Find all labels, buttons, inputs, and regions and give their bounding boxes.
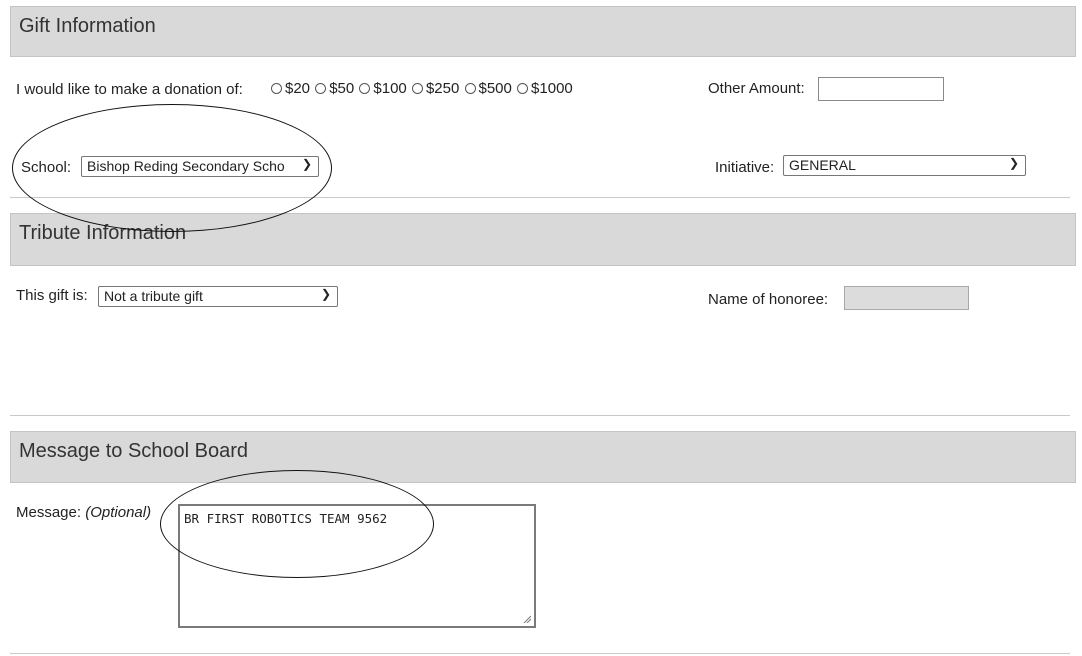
radio-circle-icon[interactable]	[411, 83, 423, 94]
honoree-label: Name of honoree:	[708, 291, 829, 308]
initiative-select[interactable]: GENERAL ❯	[783, 155, 1026, 176]
school-label: School:	[21, 159, 72, 176]
initiative-label: Initiative:	[715, 159, 775, 176]
amount-option-250[interactable]: $250	[411, 80, 459, 97]
donation-amount-options: $20 $50 $100 $250 $500 $1000	[271, 80, 574, 97]
message-label: Message: (Optional)	[16, 504, 151, 521]
divider	[10, 415, 1070, 416]
message-text: BR FIRST ROBOTICS TEAM 9562	[184, 511, 388, 526]
donation-label: I would like to make a donation of:	[16, 81, 243, 98]
gift-information-header: Gift Information	[10, 6, 1076, 57]
amount-option-100[interactable]: $100	[359, 80, 407, 97]
school-select[interactable]: Bishop Reding Secondary Scho ❯	[81, 156, 319, 177]
message-title: Message to School Board	[19, 440, 249, 462]
amount-option-1000[interactable]: $1000	[517, 80, 573, 97]
initiative-select-value: GENERAL	[789, 157, 856, 173]
gift-is-label: This gift is:	[16, 287, 88, 304]
radio-circle-icon[interactable]	[517, 83, 529, 94]
message-textarea[interactable]: BR FIRST ROBOTICS TEAM 9562	[178, 504, 536, 628]
message-header: Message to School Board	[10, 431, 1076, 483]
resize-handle-icon[interactable]	[523, 615, 531, 623]
tribute-information-title: Tribute Information	[19, 222, 187, 244]
amount-option-500[interactable]: $500	[464, 80, 512, 97]
divider	[10, 197, 1070, 198]
school-select-value: Bishop Reding Secondary Scho	[87, 158, 285, 174]
amount-option-20[interactable]: $20	[271, 80, 310, 97]
radio-circle-icon[interactable]	[315, 83, 327, 94]
gift-information-title: Gift Information	[19, 15, 156, 37]
chevron-down-icon: ❯	[1007, 156, 1021, 170]
tribute-type-select-value: Not a tribute gift	[104, 288, 203, 304]
chevron-down-icon: ❯	[300, 157, 314, 171]
radio-circle-icon[interactable]	[359, 83, 371, 94]
chevron-down-icon: ❯	[319, 287, 333, 301]
tribute-type-select[interactable]: Not a tribute gift ❯	[98, 286, 338, 307]
tribute-information-header: Tribute Information	[10, 213, 1076, 266]
radio-circle-icon[interactable]	[271, 83, 282, 94]
divider	[10, 653, 1070, 654]
honoree-name-input[interactable]	[844, 286, 969, 310]
message-label-text: Message:	[16, 504, 82, 521]
radio-circle-icon[interactable]	[464, 83, 476, 94]
other-amount-label: Other Amount:	[708, 80, 805, 97]
amount-option-50[interactable]: $50	[315, 80, 354, 97]
message-optional-note: (Optional)	[85, 504, 152, 521]
other-amount-input[interactable]	[818, 77, 944, 101]
